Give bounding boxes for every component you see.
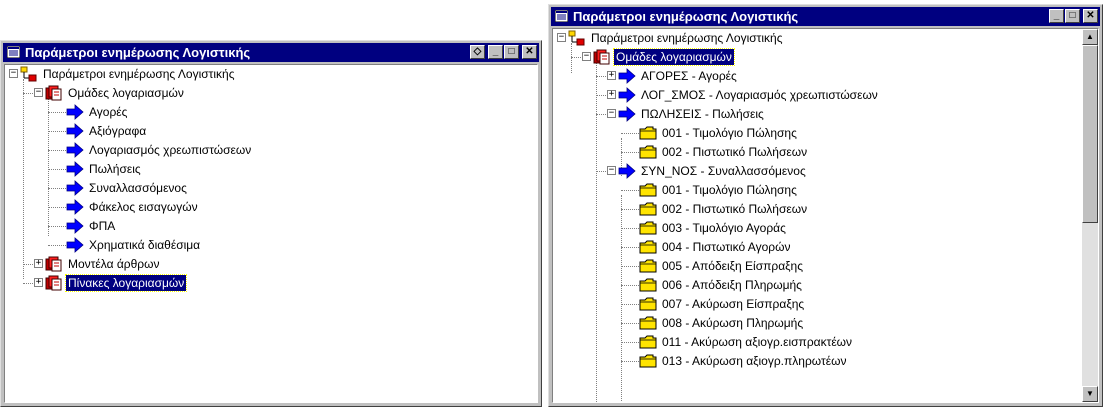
blue-arrow-icon	[66, 161, 84, 177]
collapse-icon[interactable]: −	[607, 109, 616, 118]
window-app-icon[interactable]	[7, 46, 20, 58]
maximize-icon[interactable]: □	[504, 45, 519, 59]
minimize-icon[interactable]: _	[488, 45, 503, 59]
minimize-icon[interactable]: _	[1049, 9, 1064, 23]
node-label: 013 - Ακύρωση αξιογρ.πληρωτέων	[662, 354, 847, 368]
blue-arrow-icon	[66, 237, 84, 253]
vertical-scrollbar[interactable]: ▲ ▼	[1082, 29, 1098, 402]
expand-icon[interactable]: +	[34, 259, 43, 268]
yellow-folder-icon	[639, 201, 657, 217]
yellow-folder-icon	[639, 144, 657, 160]
org-tree-icon	[20, 66, 38, 82]
maximize-icon[interactable]: □	[1065, 9, 1080, 23]
node-label: 006 - Απόδειξη Πληρωμής	[662, 278, 802, 292]
tree-root-label: Παράμετροι ενημέρωσης Λογιστικής	[591, 31, 783, 45]
collapse-icon[interactable]: −	[607, 166, 616, 175]
blue-arrow-icon	[618, 68, 636, 84]
document-group-icon	[45, 85, 63, 101]
node-label: 005 - Απόδειξη Είσπραξης	[662, 259, 804, 273]
node-label: 004 - Πιστωτικό Αγορών	[662, 240, 791, 254]
node-label: Αξιόγραφα	[89, 124, 147, 138]
right-window-title: Παράμετροι ενημέρωσης Λογιστικής	[573, 9, 799, 24]
node-label: ΦΠΑ	[89, 219, 116, 233]
node-label: 001 - Τιμολόγιο Πώλησης	[662, 183, 797, 197]
tree-root-label: Παράμετροι ενημέρωσης Λογιστικής	[43, 67, 235, 81]
yellow-folder-icon	[639, 334, 657, 350]
groups-label: Ομάδες λογαριασμών	[68, 86, 184, 100]
yellow-folder-icon	[639, 182, 657, 198]
window-app-icon[interactable]	[555, 10, 568, 22]
expand-icon[interactable]: +	[607, 90, 616, 99]
blue-arrow-icon	[66, 218, 84, 234]
node-label: Λογαριασμός χρεωπιστώσεων	[89, 143, 252, 157]
yellow-folder-icon	[639, 125, 657, 141]
tables-label-selected: Πίνακες λογαριασμών	[64, 274, 188, 292]
scroll-down-icon[interactable]: ▼	[1082, 386, 1098, 402]
node-label: ΣΥΝ_ΝΟΣ - Συναλλασσόμενος	[641, 164, 806, 178]
left-window: Παράμετροι ενημέρωσης Λογιστικής ◇ _ □ ✕…	[0, 40, 542, 407]
node-label: Αγορές	[89, 105, 128, 119]
yellow-folder-icon	[639, 258, 657, 274]
blue-arrow-icon	[618, 106, 636, 122]
org-tree-icon	[568, 30, 586, 46]
left-title-bar[interactable]: Παράμετροι ενημέρωσης Λογιστικής ◇ _ □ ✕	[3, 43, 539, 62]
restore-icon[interactable]: ◇	[470, 45, 485, 59]
node-label: 008 - Ακύρωση Πληρωμής	[662, 316, 804, 330]
node-label: 001 - Τιμολόγιο Πώλησης	[662, 126, 797, 140]
collapse-icon[interactable]: −	[9, 69, 18, 78]
right-title-bar[interactable]: Παράμετροι ενημέρωσης Λογιστικής _ □ ✕	[551, 7, 1100, 26]
yellow-folder-icon	[639, 220, 657, 236]
node-label: 011 - Ακύρωση αξιογρ.εισπρακτέων	[662, 335, 853, 349]
node-label: Φάκελος εισαγωγών	[89, 200, 198, 214]
left-tree-view[interactable]: − Παράμετροι ενημέρωσης Λογιστικής − Ομά…	[4, 64, 538, 403]
yellow-folder-icon	[639, 353, 657, 369]
node-label: ΠΩΛΗΣΕΙΣ - Πωλήσεις	[641, 107, 764, 121]
document-group-icon	[593, 49, 611, 65]
document-group-icon	[45, 275, 63, 291]
groups-label-selected: Ομάδες λογαριασμών	[613, 48, 735, 66]
close-icon[interactable]: ✕	[1083, 9, 1098, 23]
yellow-folder-icon	[639, 277, 657, 293]
node-label: Χρηματικά διαθέσιμα	[89, 238, 201, 252]
collapse-icon[interactable]: −	[557, 33, 566, 42]
blue-arrow-icon	[618, 87, 636, 103]
node-label: 007 - Ακύρωση Είσπραξης	[662, 297, 805, 311]
blue-arrow-icon	[618, 163, 636, 179]
node-label: Πωλήσεις	[89, 162, 141, 176]
blue-arrow-icon	[66, 104, 84, 120]
collapse-icon[interactable]: −	[582, 52, 591, 61]
collapse-icon[interactable]: −	[34, 88, 43, 97]
blue-arrow-icon	[66, 142, 84, 158]
scroll-thumb[interactable]	[1082, 45, 1098, 223]
node-label: 003 - Τιμολόγιο Αγοράς	[662, 221, 786, 235]
node-label: Συναλλασσόμενος	[89, 181, 187, 195]
expand-icon[interactable]: +	[607, 71, 616, 80]
blue-arrow-icon	[66, 199, 84, 215]
blue-arrow-icon	[66, 123, 84, 139]
node-label: 002 - Πιστωτικό Πωλήσεων	[662, 202, 808, 216]
expand-icon[interactable]: +	[34, 278, 43, 287]
node-label: ΛΟΓ_ΣΜΟΣ - Λογαριασμός χρεωπιστώσεων	[641, 88, 878, 102]
document-group-icon	[45, 256, 63, 272]
close-icon[interactable]: ✕	[522, 45, 537, 59]
node-label: ΑΓΟΡΕΣ - Αγορές	[641, 69, 737, 83]
right-window: Παράμετροι ενημέρωσης Λογιστικής _ □ ✕ −…	[548, 4, 1103, 407]
blue-arrow-icon	[66, 180, 84, 196]
yellow-folder-icon	[639, 296, 657, 312]
yellow-folder-icon	[639, 239, 657, 255]
node-label: 002 - Πιστωτικό Πωλήσεων	[662, 145, 808, 159]
models-label: Μοντέλα άρθρων	[68, 257, 160, 271]
yellow-folder-icon	[639, 315, 657, 331]
right-tree-view[interactable]: − Παράμετροι ενημέρωσης Λογιστικής − Ομά…	[552, 28, 1099, 403]
left-window-title: Παράμετροι ενημέρωσης Λογιστικής	[25, 45, 251, 60]
scroll-up-icon[interactable]: ▲	[1082, 29, 1098, 45]
